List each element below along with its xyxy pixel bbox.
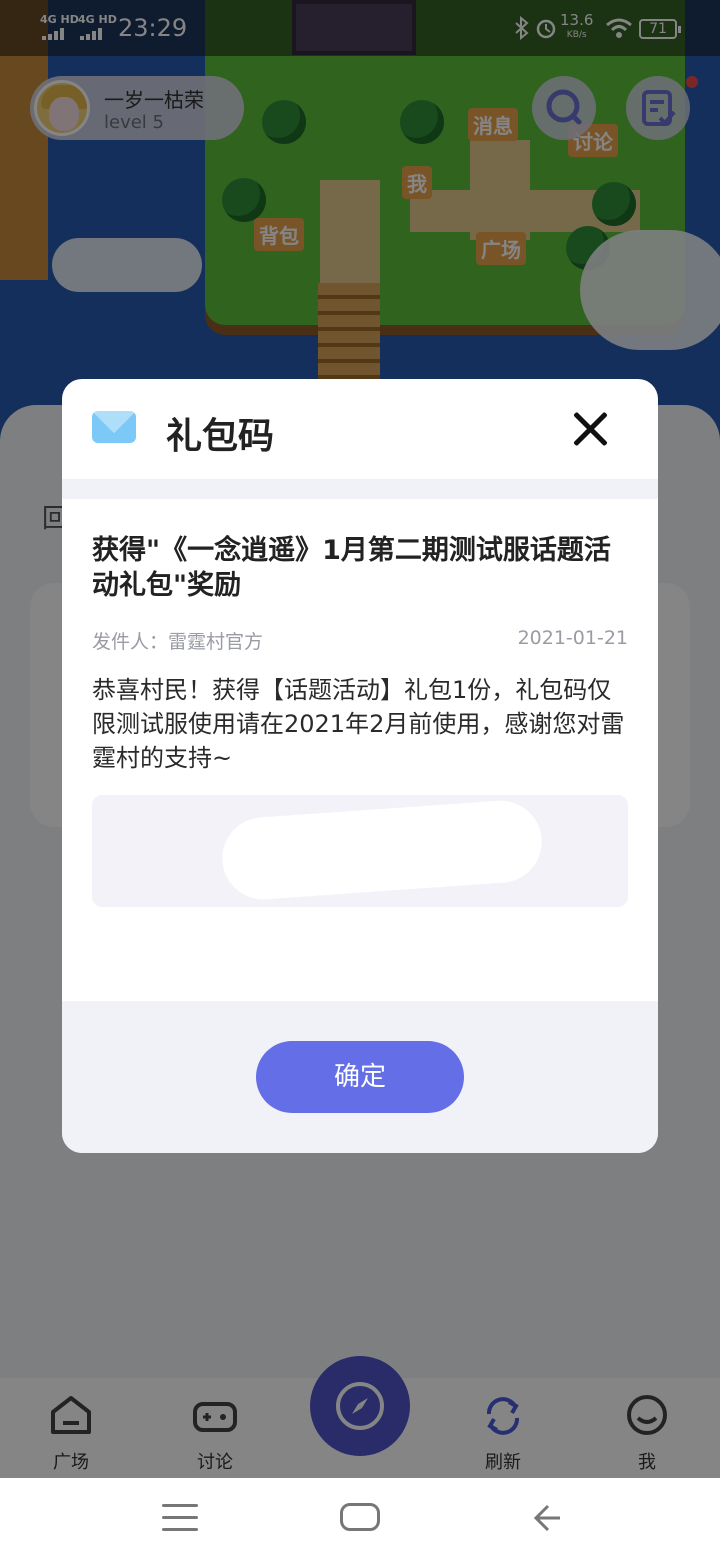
message-body: 恭喜村民！获得【话题活动】礼包1份，礼包码仅限测试服使用请在2021年2月前使用… xyxy=(92,676,625,772)
message-sender: 发件人：雷霆村官方 xyxy=(92,631,264,653)
system-nav-bar xyxy=(0,1478,720,1560)
gift-code-dialog: 礼包码 获得"《一念逍遥》1月第二期测试服话题活动礼包"奖励 发件人：雷霆村官方… xyxy=(62,379,658,1153)
back-icon[interactable] xyxy=(530,1498,570,1545)
dialog-footer: 确定 xyxy=(62,1001,658,1153)
divider xyxy=(62,479,658,499)
home-button-icon[interactable] xyxy=(340,1503,380,1531)
message-title: 获得"《一念逍遥》1月第二期测试服话题活动礼包"奖励 xyxy=(92,535,611,601)
message-date: 2021-01-21 xyxy=(517,627,628,649)
redacted-code xyxy=(219,797,545,903)
close-button[interactable] xyxy=(570,409,610,449)
confirm-button[interactable]: 确定 xyxy=(256,1041,464,1113)
gift-code-box[interactable] xyxy=(92,795,628,907)
mail-icon xyxy=(92,411,136,443)
menu-icon[interactable] xyxy=(162,1504,198,1540)
dialog-title: 礼包码 xyxy=(166,416,275,457)
dialog-header: 礼包码 xyxy=(62,379,658,479)
